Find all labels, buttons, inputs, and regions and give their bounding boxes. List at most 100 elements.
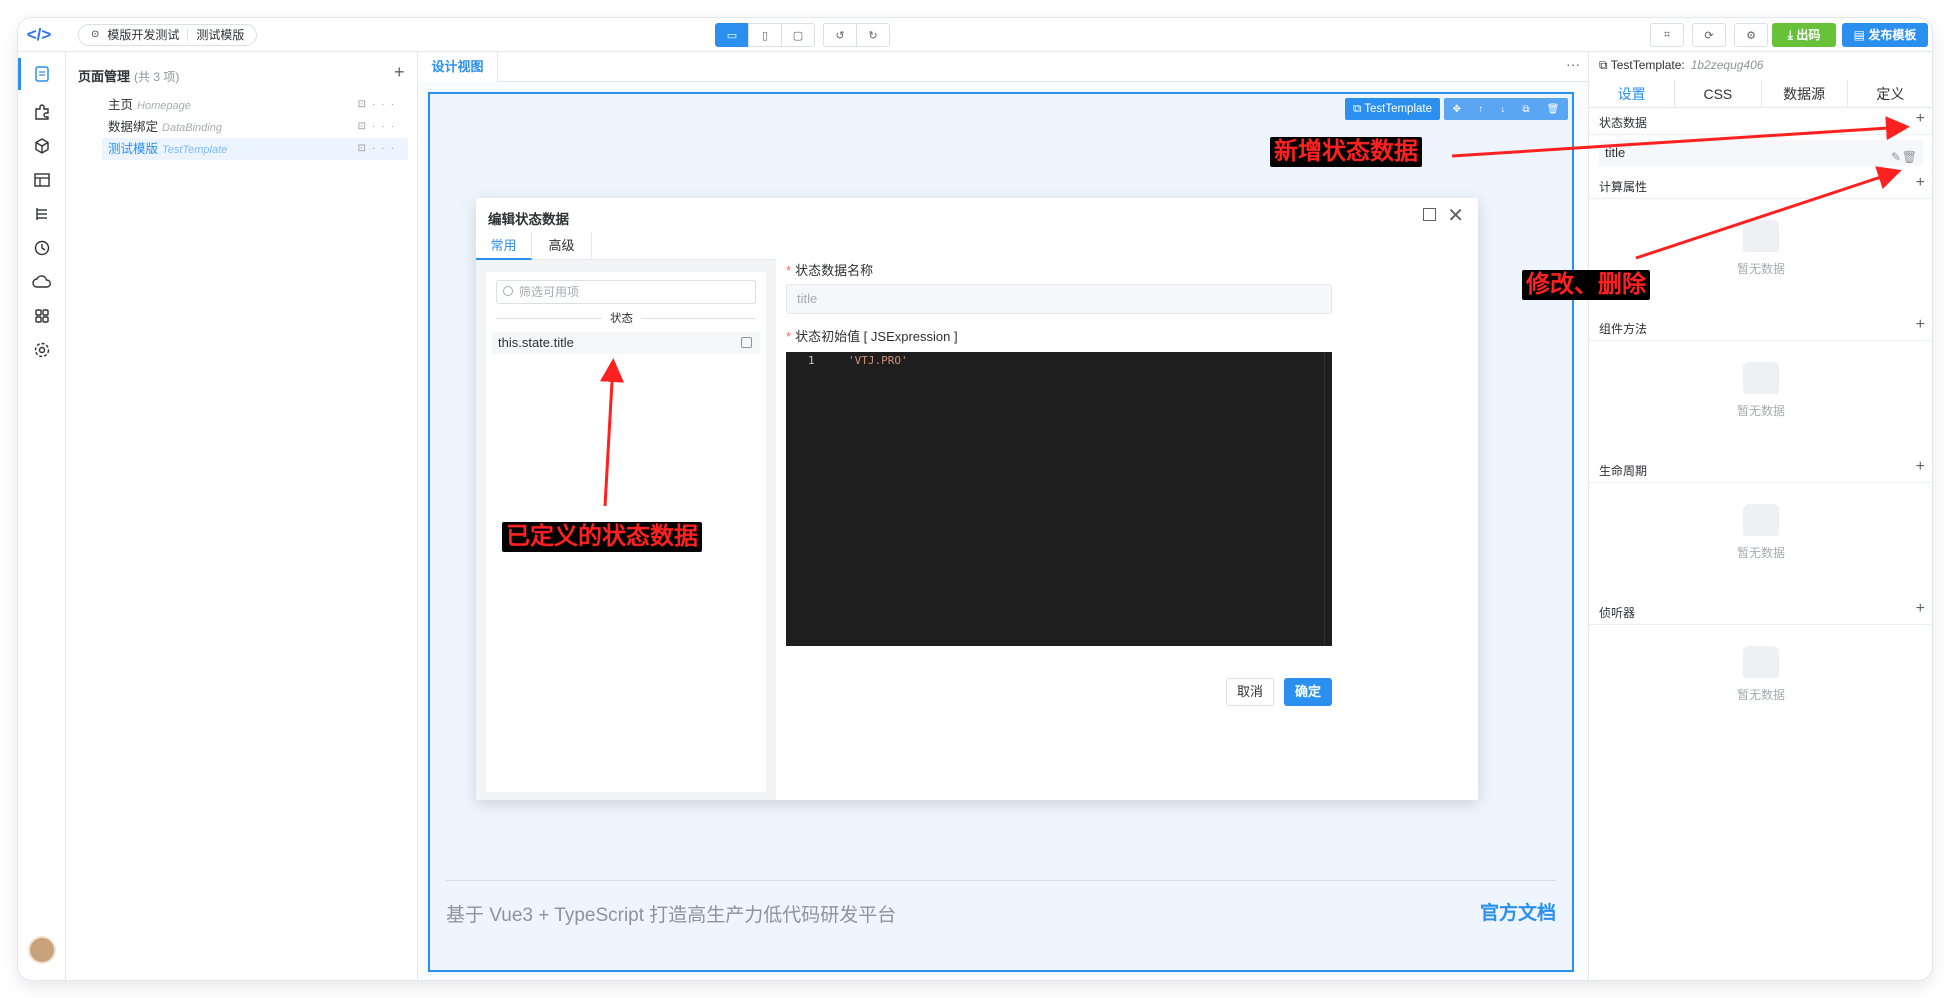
tab-css[interactable]: CSS <box>1675 80 1762 107</box>
add-method-icon[interactable]: + <box>1916 316 1925 334</box>
right-tools: ⌗ ⟳ ⚙ <box>1642 23 1768 47</box>
add-watcher-icon[interactable]: + <box>1916 600 1925 618</box>
state-item-row[interactable]: title ✎ 🗑 <box>1599 140 1923 166</box>
list-item[interactable]: this.state.title <box>492 332 760 354</box>
docs-link[interactable]: 官方文档 <box>1480 898 1556 925</box>
dialog-title: 编辑状态数据 <box>488 212 569 227</box>
page-item-homepage[interactable]: 主页 Homepage ⊡··· <box>102 94 408 116</box>
search-icon <box>503 286 513 296</box>
breadcrumb[interactable]: ⊙ 模版开发测试 测试模版 <box>78 24 258 46</box>
tab-datasource[interactable]: 数据源 <box>1762 80 1848 107</box>
add-lifecycle-icon[interactable]: + <box>1916 458 1925 476</box>
layout-icon[interactable] <box>30 168 54 192</box>
cancel-button[interactable]: 取消 <box>1226 678 1274 706</box>
empty-box-icon <box>1743 646 1779 678</box>
outline-tree-icon[interactable] <box>30 202 54 226</box>
code-logo-icon[interactable]: </> <box>26 22 52 48</box>
app-window: </> ⊙ 模版开发测试 测试模版 ▭ ▯ ▢ ↺ ↻ ⌗ ⟳ ⚙ ⤓ 出码 ▤… <box>18 18 1932 980</box>
settings-icon[interactable] <box>30 338 54 362</box>
group-label: 状态 <box>602 310 641 326</box>
history-icon[interactable] <box>30 236 54 260</box>
user-avatar[interactable] <box>28 936 56 964</box>
computed-section-title: 计算属性 <box>1599 180 1648 194</box>
add-state-icon[interactable]: + <box>1916 110 1925 128</box>
component-ops-toolbar: ✥ ↑ ↓ ⧉ 🗑 <box>1444 98 1568 120</box>
play-circle-icon: ⊙ <box>91 29 100 40</box>
breadcrumb-page[interactable]: 测试模版 <box>196 25 244 45</box>
code-line[interactable]: 'VTJ.PRO' <box>848 354 908 367</box>
filter-input[interactable]: 筛选可用项 <box>496 280 756 304</box>
annotation-add-state: 新增状态数据 <box>1270 137 1422 167</box>
page-item-testtemplate[interactable]: 测试模版 TestTemplate ⊡··· <box>102 138 408 160</box>
component-header: ⧉ TestTemplate: 1b2zequg406 <box>1599 58 1764 72</box>
page-item-actions[interactable]: ⊡··· <box>358 94 400 116</box>
watchers-section-title: 侦听器 <box>1599 606 1636 620</box>
edit-state-dialog: 编辑状态数据 ✕ 常用 高级 筛选可用项 状态 this.state.title <box>476 198 1478 800</box>
layers-icon: ⧉ <box>1599 58 1611 72</box>
lifecycle-section-title: 生命周期 <box>1599 464 1648 478</box>
scrollbar[interactable] <box>1324 352 1332 646</box>
tab-definition[interactable]: 定义 <box>1848 80 1932 107</box>
empty-state: 暂无数据 <box>1709 646 1813 703</box>
breadcrumb-project[interactable]: 模版开发测试 <box>107 25 179 45</box>
move-up-icon[interactable]: ↑ <box>1478 104 1483 115</box>
tab-settings[interactable]: 设置 <box>1589 80 1676 107</box>
tablet-view-icon[interactable]: ▢ <box>781 23 815 47</box>
export-code-button[interactable]: ⤓ 出码 <box>1772 23 1836 47</box>
tab-design-view[interactable]: 设计视图 <box>418 52 498 82</box>
state-name-input[interactable]: title <box>786 284 1332 314</box>
methods-section-title: 组件方法 <box>1599 322 1648 336</box>
edit-icon[interactable]: ✎ <box>1891 144 1901 170</box>
top-toolbar: </> ⊙ 模版开发测试 测试模版 ▭ ▯ ▢ ↺ ↻ ⌗ ⟳ ⚙ ⤓ 出码 ▤… <box>18 18 1932 52</box>
center-tabs: 设计视图 ··· <box>418 52 1588 82</box>
empty-box-icon <box>1743 504 1779 536</box>
selected-component-tag[interactable]: ⧉ TestTemplate <box>1345 98 1440 120</box>
pages-icon[interactable] <box>30 62 54 86</box>
apps-grid-icon[interactable] <box>30 304 54 328</box>
publish-template-button[interactable]: ▤ 发布模板 <box>1842 23 1928 47</box>
maximize-icon[interactable] <box>1423 208 1436 221</box>
close-icon[interactable]: ✕ <box>1447 203 1464 228</box>
undo-icon[interactable]: ↺ <box>823 23 857 47</box>
api-cloud-icon[interactable] <box>30 270 54 294</box>
activity-bar <box>18 52 66 980</box>
tab-common[interactable]: 常用 <box>476 232 532 260</box>
init-field-label: * 状态初始值 [ JSExpression ] <box>786 329 958 344</box>
add-page-icon[interactable]: + <box>394 62 405 83</box>
puzzle-icon[interactable] <box>30 100 54 124</box>
move-down-icon[interactable]: ↓ <box>1500 104 1505 115</box>
empty-state: 暂无数据 <box>1709 220 1813 277</box>
page-item-databinding[interactable]: 数据绑定 DataBinding ⊡··· <box>102 116 408 138</box>
confirm-button[interactable]: 确定 <box>1284 678 1332 706</box>
desktop-view-icon[interactable]: ▭ <box>715 23 749 47</box>
mobile-view-icon[interactable]: ▯ <box>748 23 782 47</box>
copy-icon[interactable]: ⧉ <box>1522 104 1529 115</box>
screenshot-icon[interactable]: ⌗ <box>1650 23 1684 47</box>
redo-icon[interactable]: ↻ <box>856 23 890 47</box>
cube-icon[interactable] <box>30 134 54 158</box>
trash-icon[interactable]: 🗑 <box>1547 104 1560 115</box>
empty-state: 暂无数据 <box>1709 362 1813 419</box>
trash-icon[interactable]: 🗑 <box>1902 144 1917 170</box>
page-item-actions[interactable]: ⊡··· <box>358 116 400 138</box>
add-computed-icon[interactable]: + <box>1916 174 1925 192</box>
empty-box-icon <box>1743 362 1779 394</box>
code-editor[interactable]: 1 'VTJ.PRO' <box>786 352 1332 646</box>
move-icon[interactable]: ✥ <box>1453 104 1461 115</box>
tab-advanced[interactable]: 高级 <box>532 232 592 260</box>
name-field-label: * 状态数据名称 <box>786 263 874 278</box>
gear-icon[interactable]: ⚙ <box>1734 23 1768 47</box>
dialog-left-pane: 常用 高级 筛选可用项 状态 this.state.title <box>476 232 776 800</box>
copy-icon[interactable] <box>741 337 752 348</box>
more-icon[interactable]: ··· <box>1566 56 1580 72</box>
settings-tabs: 设置 CSS 数据源 定义 <box>1589 80 1932 108</box>
line-number: 1 <box>808 354 815 367</box>
empty-state: 暂无数据 <box>1709 504 1813 561</box>
state-section-title: 状态数据 <box>1599 116 1648 130</box>
empty-box-icon <box>1743 220 1779 252</box>
device-switcher: ▭ ▯ ▢ ↺ ↻ <box>715 23 890 47</box>
annotation-edit-delete: 修改、删除 <box>1522 270 1650 300</box>
page-manager-title: 页面管理 (共 3 项) <box>78 69 180 84</box>
page-item-actions[interactable]: ⊡··· <box>358 138 400 160</box>
refresh-icon[interactable]: ⟳ <box>1692 23 1726 47</box>
